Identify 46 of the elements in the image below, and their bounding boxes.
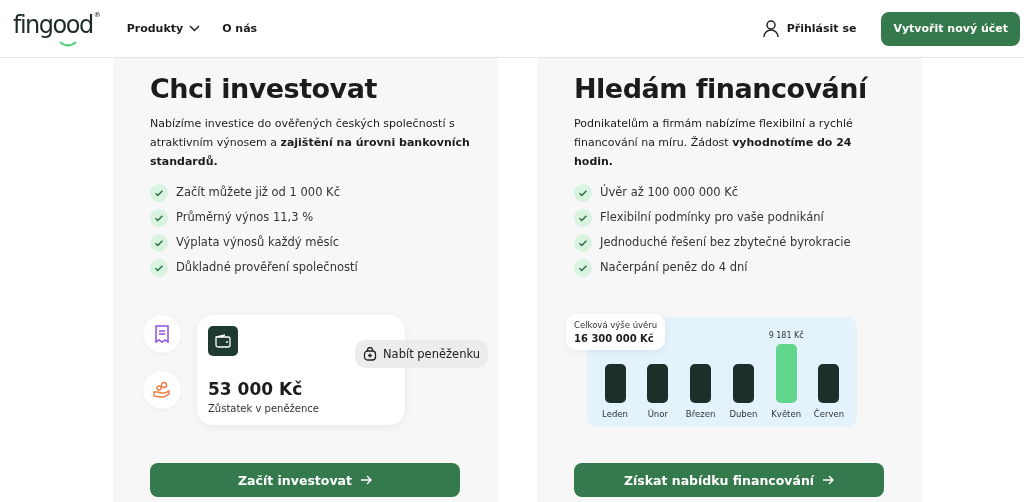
arrow-right-icon <box>359 474 372 486</box>
month-label: Leden <box>602 409 628 419</box>
month-label: Únor <box>647 409 668 419</box>
check-icon <box>574 258 592 277</box>
primary-button[interactable]: Získat nabídku financování <box>574 463 884 497</box>
check-icon <box>150 233 168 252</box>
bar-value: 9 181 Kč <box>768 331 804 340</box>
primary-button[interactable]: Začít investovat <box>150 463 460 497</box>
feature-text: Začít můžete již od 1 000 Kč <box>176 184 340 201</box>
month-label: Březen <box>685 409 716 419</box>
chevron-down-icon <box>189 25 201 32</box>
month-label: Duben <box>729 409 758 419</box>
balance-caption: Zůstatek v peněžence <box>208 403 319 414</box>
month-label: Červen <box>813 409 845 419</box>
check-icon <box>150 183 168 202</box>
loan-total-label: Celková výše úvěru <box>574 320 658 330</box>
hand-coins-icon <box>153 381 171 399</box>
feature-text: Výplata výnosů každý měsíc <box>176 234 340 251</box>
create-account-button[interactable]: Vytvořit nový účet <box>881 11 1020 46</box>
loan-total-amount: 16 300 000 Kč <box>574 333 655 344</box>
receipt-icon <box>154 325 170 343</box>
card-title: Chci investovat <box>150 72 378 106</box>
card-title: Hledám financování <box>574 72 869 106</box>
feature-text: Načerpání peněz do 4 dní <box>600 259 748 276</box>
wallet-icon <box>208 326 238 356</box>
feature-text: Průměrný výnos 11,3 % <box>176 209 314 226</box>
check-icon <box>574 208 592 227</box>
user-icon <box>762 19 779 38</box>
check-icon <box>574 183 592 202</box>
login-button[interactable]: Přihlásit se <box>756 18 863 39</box>
card-description: Nabízíme investice do ověřených českých společností s atraktivním výnosem a zajištění na úrovni bankovních standardů. <box>150 116 470 170</box>
wallet-balance: 53 000 Kč <box>208 379 303 399</box>
nav-link[interactable]: Produkty <box>126 22 201 35</box>
arrow-right-icon <box>822 474 835 486</box>
feature-text: Důkladné prověření společností <box>176 259 358 276</box>
check-icon <box>150 258 168 277</box>
top-up-button[interactable]: Nabít peněženku <box>355 340 489 368</box>
bag-plus-icon <box>363 347 377 361</box>
month-label: Květen <box>771 409 802 419</box>
check-icon <box>574 233 592 252</box>
feature-text: Úvěr až 100 000 000 Kč <box>600 183 739 201</box>
card-description: Podnikatelům a firmám nabízíme flexibilní a rychlé financování na míru. Žádost vyhodnotíme do 24 hodin. <box>574 116 854 170</box>
feature-text: Flexibilní podmínky pro vaše podnikání <box>600 209 824 226</box>
feature-text: Jednoduché řešení bez zbytečné byrokracie <box>600 234 851 251</box>
check-icon <box>150 208 168 227</box>
nav-link[interactable]: O nás <box>222 22 258 35</box>
